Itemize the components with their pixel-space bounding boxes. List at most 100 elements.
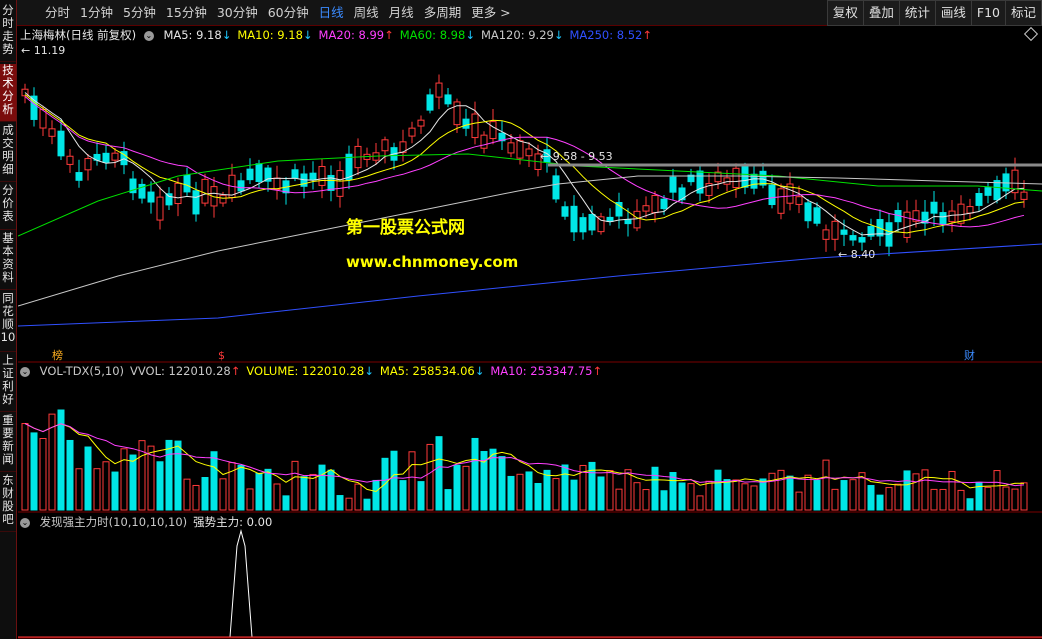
volume-indicator-label: MA10: 253347.75: [490, 364, 593, 378]
price-indicator-label: MA60: 8.98: [399, 28, 466, 42]
volume-bar: [570, 479, 578, 511]
signal-indicator-label: 发现强主力时(10,10,10,10): [39, 515, 188, 529]
volume-bar: [867, 485, 875, 511]
candle-body: [993, 180, 1001, 201]
volume-bar: [903, 470, 911, 511]
tab-daily[interactable]: 日线: [314, 0, 349, 26]
volume-bar: [849, 479, 857, 511]
arrow-down-icon: ↓: [302, 28, 313, 42]
tab-60min[interactable]: 60分钟: [263, 0, 314, 26]
candle-body: [624, 219, 632, 225]
volume-bar: [795, 491, 803, 511]
candle-body: [408, 127, 416, 137]
volume-bar: [66, 439, 74, 511]
volume-bar: [318, 464, 326, 511]
volume-bar: [228, 462, 236, 511]
volume-bar: [75, 468, 83, 511]
volume-bar: [606, 470, 614, 511]
tab-15min[interactable]: 15分钟: [161, 0, 212, 26]
candle-body: [111, 152, 119, 161]
sidebar-item-guba[interactable]: 东财股吧: [0, 474, 16, 532]
chevron-down-icon[interactable]: ⌄: [143, 30, 154, 41]
candle-body: [507, 142, 515, 154]
volume-bar: [921, 469, 929, 511]
volume-bar: [408, 451, 416, 511]
volume-bar: [183, 478, 191, 511]
candle-body: [75, 172, 83, 181]
candle-body: [741, 166, 749, 188]
volume-bar: [156, 461, 164, 511]
arrow-up-icon: ↑: [384, 28, 394, 42]
volume-bar: [30, 432, 38, 511]
tab-weekly[interactable]: 周线: [349, 0, 384, 26]
sidebar-item-technical[interactable]: 技术分析: [0, 64, 16, 122]
volume-bar: [687, 483, 695, 511]
sidebar-item-good-news[interactable]: 上证利好: [0, 354, 16, 412]
sidebar-item-ths10[interactable]: 同花顺10: [0, 292, 16, 352]
arrow-up-icon: ↑: [592, 364, 603, 378]
volume-bar: [462, 465, 470, 511]
adjust-button[interactable]: 复权: [826, 0, 864, 26]
volume-panel-header: ⌄ VOL-TDX(5,10) VVOL: 122010.28↑ VOLUME: 1…: [20, 364, 614, 378]
watermark-title: 第一股票公式网: [346, 217, 465, 238]
volume-bar: [948, 470, 956, 511]
price-indicator-label: MA20: 8.99: [318, 28, 385, 42]
volume-bar: [273, 483, 281, 511]
price-indicator-label: MA250: 8.52: [569, 28, 643, 42]
volume-bar: [822, 459, 830, 511]
candle-body: [777, 188, 785, 214]
candle-body: [975, 193, 983, 206]
chevron-down-icon[interactable]: ⌄: [20, 366, 30, 377]
overlay-button[interactable]: 叠加: [862, 0, 900, 26]
candle-body: [903, 211, 911, 238]
event-marker: 财: [964, 348, 975, 362]
tab-1min[interactable]: 1分钟: [75, 0, 118, 26]
watermark-url: www.chnmoney.com: [346, 253, 518, 271]
tab-monthly[interactable]: 月线: [384, 0, 419, 26]
chart-canvas[interactable]: ← 11.19 ← 9.58 - 9.53 ← 8.40 第一股票公式网 www.chn…: [18, 26, 1042, 639]
candle-body: [966, 206, 974, 214]
candle-body: [435, 82, 443, 98]
candle-body: [246, 168, 254, 181]
candle-body: [822, 229, 830, 240]
f10-button[interactable]: F10: [970, 0, 1006, 26]
candle-body: [831, 220, 839, 240]
signal-indicators: 发现强主力时(10,10,10,10) 强势主力: 0.00: [40, 515, 279, 529]
toolbar-right-buttons: 复权 叠加 统计 画线 F10 标记: [826, 0, 1042, 26]
arrow-up-icon: ↑: [230, 364, 241, 378]
volume-bar: [741, 483, 749, 511]
draw-line-button[interactable]: 画线: [934, 0, 972, 26]
volume-bar: [714, 469, 722, 511]
tab-more[interactable]: 更多 >: [466, 0, 515, 26]
sidebar-item-price-table[interactable]: 分价表: [0, 184, 16, 230]
volume-bar: [984, 486, 992, 511]
volume-bar: [93, 468, 101, 511]
tab-timeshare[interactable]: 分时: [40, 0, 75, 26]
signal-indicator: 强势主力: 0.00: [193, 515, 272, 529]
sidebar-item-timeshare[interactable]: 分时走势: [0, 4, 16, 62]
tab-30min[interactable]: 30分钟: [212, 0, 263, 26]
volume-bar: [543, 469, 551, 511]
volume-bar: [129, 454, 137, 511]
price-indicator: MA5: 9.18↓: [163, 28, 231, 42]
tab-multi-period[interactable]: 多周期: [419, 0, 467, 26]
price-indicator: MA250: 8.52↑: [569, 28, 652, 42]
sidebar-item-important-news[interactable]: 重要新闻: [0, 414, 16, 472]
mark-button[interactable]: 标记: [1004, 0, 1042, 26]
tab-5min[interactable]: 5分钟: [118, 0, 161, 26]
stats-button[interactable]: 统计: [898, 0, 936, 26]
arrow-down-icon: ↓: [474, 364, 485, 378]
volume-bar: [516, 473, 524, 511]
volume-bar: [120, 448, 128, 511]
period-toolbar: 分时 1分钟 5分钟 15分钟 30分钟 60分钟 日线 周线 月线 多周期 更…: [0, 0, 1042, 26]
price-indicator: MA20: 8.99↑: [319, 28, 394, 42]
volume-bar: [885, 487, 893, 511]
volume-bar: [345, 497, 353, 511]
candle-body: [426, 94, 434, 111]
sidebar-item-basic-info[interactable]: 基本资料: [0, 232, 16, 290]
candle-body: [579, 217, 587, 233]
arrow-up-icon: ↑: [642, 28, 652, 42]
sidebar-item-trades[interactable]: 成交明细: [0, 124, 16, 182]
volume-indicators: VOL-TDX(5,10) VVOL: 122010.28↑ VOLUME: 122…: [40, 364, 609, 378]
chevron-down-icon[interactable]: ⌄: [20, 517, 30, 528]
